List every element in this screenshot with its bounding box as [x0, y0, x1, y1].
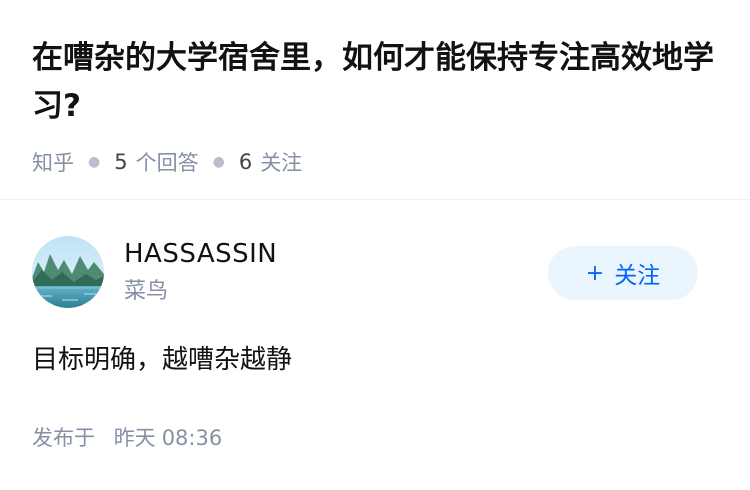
- question-title[interactable]: 在嘈杂的大学宿舍里，如何才能保持专注高效地学习?: [32, 34, 722, 130]
- followers-label[interactable]: 关注: [260, 147, 302, 177]
- author-badge: 菜鸟: [124, 279, 169, 304]
- answers-count: 5: [114, 150, 128, 174]
- follow-button-label: 关注: [614, 263, 661, 289]
- answer-content[interactable]: 目标明确，越嘈杂越静: [32, 340, 292, 380]
- published-day: 昨天: [113, 426, 156, 450]
- author-name[interactable]: HASSASSIN: [124, 236, 277, 272]
- plus-icon: +: [585, 260, 605, 286]
- source-label[interactable]: 知乎: [32, 147, 74, 177]
- question-header: 在嘈杂的大学宿舍里，如何才能保持专注高效地学习? 知乎 ● 5 个回答 ● 6 …: [0, 0, 750, 178]
- question-meta: 知乎 ● 5 个回答 ● 6 关注: [32, 146, 718, 178]
- landscape-avatar-icon: [32, 236, 104, 308]
- section-divider: [0, 199, 750, 200]
- author-avatar[interactable]: [32, 236, 104, 308]
- answers-label[interactable]: 个回答: [136, 147, 199, 177]
- post-time: 发布于 昨天 08:36: [32, 422, 222, 454]
- followers-count: 6: [238, 150, 253, 174]
- follow-button[interactable]: + 关注: [548, 246, 698, 300]
- published-label: 发布于: [32, 426, 95, 450]
- answer-page: 在嘈杂的大学宿舍里，如何才能保持专注高效地学习? 知乎 ● 5 个回答 ● 6 …: [0, 0, 750, 490]
- meta-separator: ●: [212, 154, 225, 170]
- meta-separator: ●: [88, 154, 101, 170]
- author-row: HASSASSIN 菜鸟 + 关注: [32, 236, 718, 308]
- published-time: 08:36: [161, 426, 223, 450]
